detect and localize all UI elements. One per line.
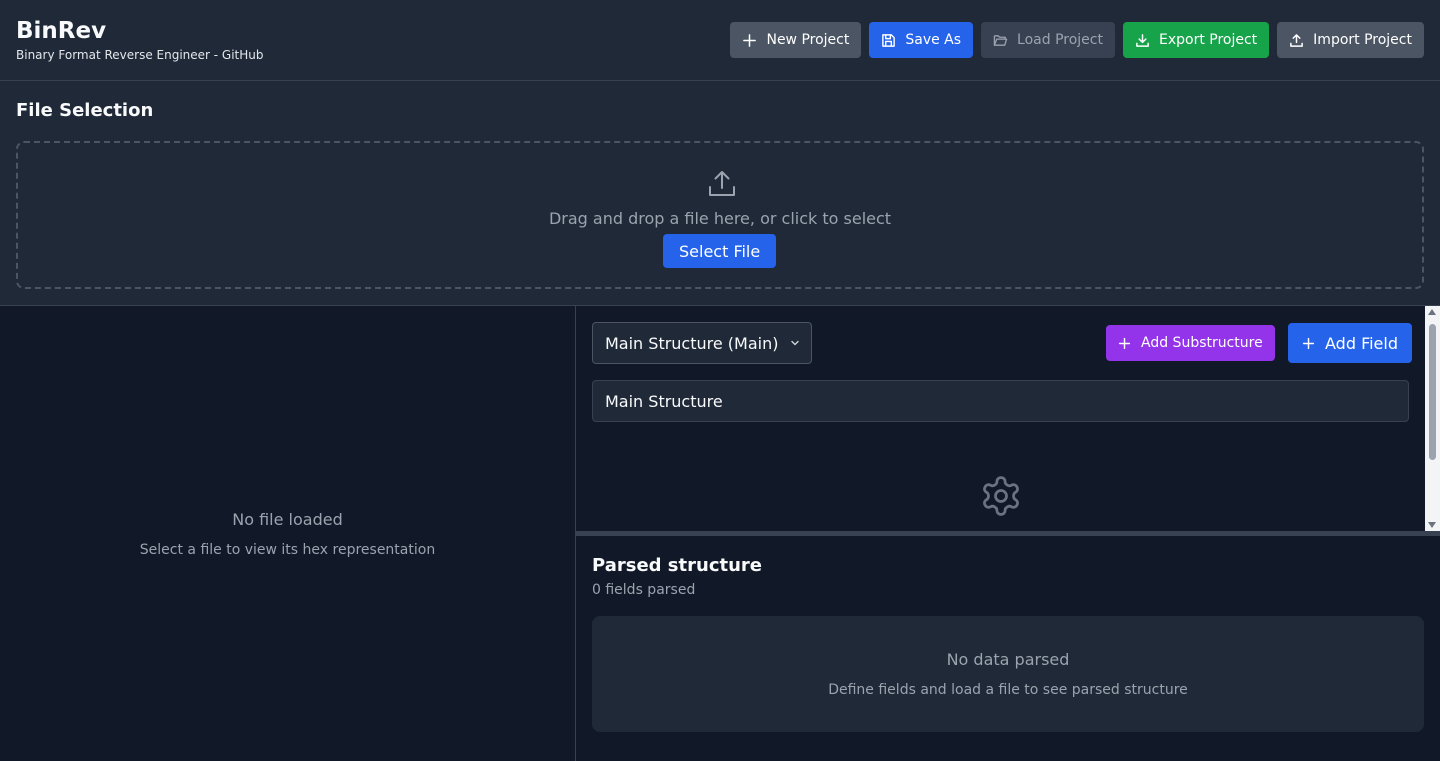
folder-open-icon <box>993 34 1008 46</box>
save-as-button[interactable]: Save As <box>869 22 974 58</box>
plus-icon <box>1302 337 1315 349</box>
app-subtitle: Binary Format Reverse Engineer - GitHub <box>16 48 264 62</box>
load-project-button[interactable]: Load Project <box>981 22 1115 58</box>
file-dropzone[interactable]: Drag and drop a file here, or click to s… <box>16 141 1424 289</box>
upload-icon <box>1290 33 1304 47</box>
file-selection-title: File Selection <box>16 100 154 121</box>
app-header: BinRev Binary Format Reverse Engineer - … <box>0 0 1440 81</box>
save-icon <box>882 33 896 47</box>
parsed-structure-title: Parsed structure <box>592 555 762 576</box>
editor-scrollbar[interactable] <box>1425 306 1440 531</box>
hex-empty-subtitle: Select a file to view its hex representa… <box>139 542 436 558</box>
add-substructure-button[interactable]: Add Substructure <box>1106 325 1275 361</box>
gear-icon <box>983 476 1019 516</box>
hex-empty-title: No file loaded <box>232 510 343 529</box>
plus-icon <box>1118 337 1131 349</box>
upload-icon <box>709 171 735 196</box>
add-field-label: Add Field <box>1325 333 1398 353</box>
structure-select-value: Main Structure (Main) <box>605 333 779 353</box>
select-file-button[interactable]: Select File <box>663 234 777 268</box>
parsed-field-count: 0 fields parsed <box>592 582 696 598</box>
import-project-label: Import Project <box>1313 32 1412 48</box>
toolbar: New Project Save As Load Project Export … <box>730 22 1424 58</box>
new-project-button[interactable]: New Project <box>730 22 862 58</box>
scroll-thumb[interactable] <box>1429 324 1436 460</box>
plus-icon <box>743 33 757 47</box>
import-project-button[interactable]: Import Project <box>1277 22 1424 58</box>
structure-select[interactable]: Main Structure (Main) <box>592 322 812 364</box>
parsed-empty-subtitle: Define fields and load a file to see par… <box>828 682 1188 698</box>
new-project-label: New Project <box>766 32 850 48</box>
load-project-label: Load Project <box>1017 32 1103 48</box>
app-title: BinRev <box>16 18 107 44</box>
hex-view-panel: No file loaded Select a file to view its… <box>0 306 576 761</box>
scroll-up-arrow[interactable] <box>1428 309 1436 315</box>
file-selection-section: File Selection Drag and drop a file here… <box>0 81 1440 306</box>
structure-name-input[interactable] <box>592 380 1409 422</box>
download-icon <box>1136 33 1149 47</box>
parsed-structure-panel: Parsed structure 0 fields parsed No data… <box>576 536 1440 761</box>
export-project-button[interactable]: Export Project <box>1122 22 1270 58</box>
chevron-down-icon <box>791 340 799 346</box>
parsed-empty-title: No data parsed <box>946 650 1070 669</box>
export-project-label: Export Project <box>1158 32 1258 48</box>
add-substructure-label: Add Substructure <box>1141 335 1263 351</box>
parsed-empty-state: No data parsed Define fields and load a … <box>592 616 1424 732</box>
save-as-label: Save As <box>905 32 962 48</box>
structure-editor-panel: Main Structure (Main) Add Substructure A… <box>576 306 1440 531</box>
scroll-down-arrow[interactable] <box>1428 522 1436 528</box>
add-field-button[interactable]: Add Field <box>1288 323 1412 363</box>
dropzone-text: Drag and drop a file here, or click to s… <box>548 209 892 228</box>
